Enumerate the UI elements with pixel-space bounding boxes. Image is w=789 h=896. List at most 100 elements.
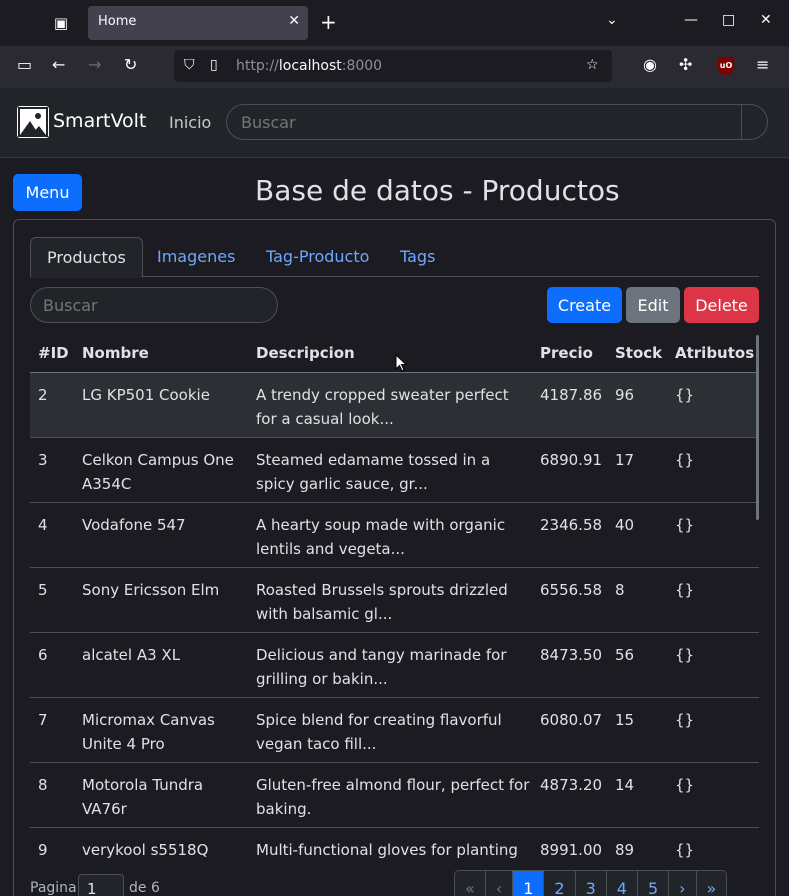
tab-tags[interactable]: Tags xyxy=(384,237,451,277)
cell-price: 2346.58 xyxy=(540,516,603,534)
table-row[interactable]: 3 Celkon Campus One A354C Steamed edamam… xyxy=(30,438,759,503)
create-button[interactable]: Create xyxy=(547,287,622,323)
cell-id: 2 xyxy=(38,386,48,404)
reload-icon[interactable]: ↻ xyxy=(124,55,137,74)
page-icon[interactable]: ▯ xyxy=(210,57,218,73)
cell-desc: Gluten-free almond flour, perfect for ba… xyxy=(256,776,530,818)
page-item-1[interactable]: 1 xyxy=(513,871,545,896)
cell-name: alcatel A3 XL xyxy=(82,646,181,664)
cell-stock: 89 xyxy=(615,841,635,859)
cell-desc: Steamed edamame tossed in a spicy garlic… xyxy=(256,451,491,493)
cell-stock: 56 xyxy=(615,646,635,664)
bookmark-star-icon[interactable]: ☆ xyxy=(586,57,599,73)
cell-attr: {} xyxy=(675,776,695,794)
cell-desc: A trendy cropped sweater perfect for a c… xyxy=(256,386,509,428)
cell-id: 5 xyxy=(38,581,48,599)
window-close-icon[interactable]: ✕ xyxy=(760,12,772,28)
app-navbar: SmartVolt Inicio xyxy=(0,88,789,158)
cell-id: 4 xyxy=(38,516,48,534)
cell-stock: 96 xyxy=(615,386,635,404)
browser-tabstrip: ▣ Home ✕ + ⌄ — □ ✕ xyxy=(0,0,789,46)
table-row[interactable]: 6 alcatel A3 XL Delicious and tangy mari… xyxy=(30,633,759,698)
header-precio[interactable]: Precio xyxy=(540,344,593,362)
page-title: Base de datos - Productos xyxy=(255,174,620,207)
cell-name: Micromax Canvas Unite 4 Pro xyxy=(82,711,215,753)
browser-tab[interactable]: Home ✕ xyxy=(88,6,308,40)
minimize-icon[interactable]: — xyxy=(684,12,698,28)
cell-name: verykool s5518Q xyxy=(82,841,209,859)
cell-price: 4187.86 xyxy=(540,386,603,404)
shield-icon[interactable]: ⛉ xyxy=(184,57,195,73)
table-row[interactable]: 5 Sony Ericsson Elm Roasted Brussels spr… xyxy=(30,568,759,633)
page-item-2[interactable]: 2 xyxy=(544,871,576,896)
header-atributos[interactable]: Atributos xyxy=(675,344,754,362)
cell-stock: 15 xyxy=(615,711,635,729)
page-next[interactable]: › xyxy=(669,871,697,896)
nav-link-inicio[interactable]: Inicio xyxy=(169,113,211,132)
page-last[interactable]: » xyxy=(696,871,727,896)
cell-desc: Delicious and tangy marinade for grillin… xyxy=(256,646,507,688)
page-item-5[interactable]: 5 xyxy=(637,871,670,896)
delete-button[interactable]: Delete xyxy=(684,287,759,323)
close-icon[interactable]: ✕ xyxy=(288,13,300,29)
brand-name[interactable]: SmartVolt xyxy=(53,110,146,132)
cell-stock: 17 xyxy=(615,451,635,469)
table-row[interactable]: 4 Vodafone 547 A hearty soup made with o… xyxy=(30,503,759,568)
cell-price: 8473.50 xyxy=(540,646,603,664)
chevron-down-icon[interactable]: ⌄ xyxy=(606,12,618,28)
table-search-input[interactable] xyxy=(30,287,253,323)
cell-stock: 8 xyxy=(615,581,625,599)
tab-imagenes[interactable]: Imagenes xyxy=(141,237,251,277)
app-search-button[interactable] xyxy=(742,104,768,140)
url-text[interactable]: http://localhost:8000 xyxy=(236,58,382,74)
cell-price: 4873.20 xyxy=(540,776,603,794)
cell-stock: 40 xyxy=(615,516,635,534)
menu-button[interactable]: Menu xyxy=(13,174,82,211)
cell-attr: {} xyxy=(675,841,695,859)
header-stock[interactable]: Stock xyxy=(615,344,662,362)
tab-productos[interactable]: Productos xyxy=(30,237,143,278)
brand-logo-icon[interactable] xyxy=(17,106,49,138)
page-first[interactable]: « xyxy=(455,871,486,896)
table-row[interactable]: 8 Motorola Tundra VA76r Gluten-free almo… xyxy=(30,763,759,828)
account-icon[interactable]: ◉ xyxy=(643,55,657,74)
edit-button[interactable]: Edit xyxy=(626,287,680,323)
page-number-input[interactable] xyxy=(78,874,124,896)
page-item-4[interactable]: 4 xyxy=(606,871,638,896)
tab-overview-icon[interactable]: ▣ xyxy=(50,12,72,34)
sidebar-icon[interactable]: ▭ xyxy=(17,55,32,74)
cell-id: 8 xyxy=(38,776,48,794)
header-id[interactable]: #ID xyxy=(38,344,69,362)
cell-name: Motorola Tundra VA76r xyxy=(82,776,204,818)
cell-id: 9 xyxy=(38,841,48,859)
url-bar[interactable]: ⛉ ▯ http://localhost:8000 ☆ xyxy=(174,50,612,82)
new-tab-icon[interactable]: + xyxy=(320,10,337,34)
cell-attr: {} xyxy=(675,581,695,599)
cell-name: Celkon Campus One A354C xyxy=(82,451,234,493)
maximize-icon[interactable]: □ xyxy=(722,12,735,28)
forward-icon[interactable]: → xyxy=(88,55,101,74)
tab-tag-producto[interactable]: Tag-Producto xyxy=(250,237,385,277)
pagination: « ‹ 1 2 3 4 5 › » xyxy=(454,870,728,896)
page-total-label: de 6 xyxy=(129,880,160,896)
pagina-label: Pagina xyxy=(30,880,77,896)
page-prev[interactable]: ‹ xyxy=(485,871,514,896)
ublock-icon[interactable]: uO xyxy=(718,57,734,75)
cell-price: 6556.58 xyxy=(540,581,603,599)
table-row[interactable]: 2 LG KP501 Cookie A trendy cropped sweat… xyxy=(30,373,759,438)
back-icon[interactable]: ← xyxy=(52,55,65,74)
table-row[interactable]: 9 verykool s5518Q Multi-functional glove… xyxy=(30,828,759,868)
header-descripcion[interactable]: Descripcion xyxy=(256,344,355,362)
browser-navbar: ▭ ← → ↻ ⛉ ▯ http://localhost:8000 ☆ ◉ ✣ … xyxy=(0,46,789,88)
table-row[interactable]: 7 Micromax Canvas Unite 4 Pro Spice blen… xyxy=(30,698,759,763)
header-nombre[interactable]: Nombre xyxy=(82,344,149,362)
table-scrollbar[interactable] xyxy=(756,335,759,520)
page-item-3[interactable]: 3 xyxy=(575,871,607,896)
extensions-icon[interactable]: ✣ xyxy=(679,55,692,74)
cell-desc: A hearty soup made with organic lentils … xyxy=(256,516,506,558)
cell-attr: {} xyxy=(675,516,695,534)
cell-name: Sony Ericsson Elm xyxy=(82,581,220,599)
app-search-input[interactable] xyxy=(226,104,742,140)
hamburger-menu-icon[interactable]: ≡ xyxy=(756,55,769,74)
cell-attr: {} xyxy=(675,711,695,729)
